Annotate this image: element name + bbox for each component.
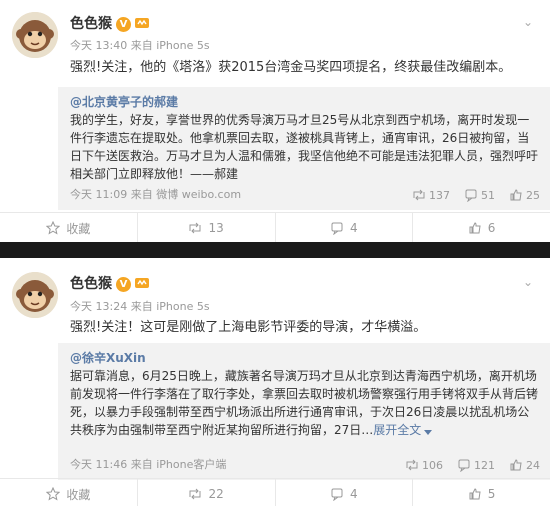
repost-meta: 今天 11:46 来自 iPhone客户端	[70, 456, 226, 472]
post-meta: 今天 13:24 来自 iPhone 5s	[70, 298, 210, 314]
thumbs-up-icon	[510, 459, 522, 471]
monkey-avatar-icon	[12, 272, 58, 318]
post-source: iPhone 5s	[156, 300, 210, 313]
comment-count[interactable]: 121	[457, 458, 495, 472]
chevron-down-icon[interactable]: ⌄	[520, 275, 536, 291]
repost-button[interactable]: 22	[138, 479, 276, 506]
repost-count[interactable]: 106	[405, 458, 443, 472]
expand-full-text-link[interactable]: 展开全文	[373, 423, 433, 437]
comment-icon	[331, 488, 343, 501]
repost-source: iPhone客户端	[156, 458, 227, 471]
repost-stats: 106 121 24	[405, 458, 540, 472]
star-icon	[46, 487, 61, 501]
crown-icon	[135, 278, 149, 288]
weibo-post: 色色猴 V ⌄ 今天 13:24 来自 iPhone 5s 强烈!关注！这可是刚做…	[0, 0, 550, 506]
author-name[interactable]: 色色猴	[70, 276, 112, 292]
source-prefix: 来自	[130, 300, 153, 313]
post-text: 强烈!关注！这可是刚做了上海电影节评委的导演，才华横溢。	[70, 320, 427, 335]
repost-card[interactable]: @徐辛XuXin 据可靠消息，6月25日晚上，藏族著名导演万玛才旦从北京到达青海…	[58, 343, 550, 480]
share-icon	[189, 488, 201, 500]
like-button[interactable]: 5	[413, 479, 550, 506]
collect-button[interactable]: 收藏	[0, 479, 138, 506]
verified-badge-icon: V	[116, 277, 131, 292]
avatar[interactable]	[12, 272, 58, 318]
repost-time[interactable]: 今天 11:46	[70, 458, 127, 471]
source-prefix: 来自	[130, 458, 153, 471]
post-action-bar: 收藏 22 4 5	[0, 478, 550, 506]
share-icon	[406, 459, 418, 471]
repost-user[interactable]: @徐辛XuXin	[70, 349, 146, 366]
post-time[interactable]: 今天 13:24	[70, 300, 127, 313]
like-count[interactable]: 24	[509, 458, 540, 472]
comment-button[interactable]: 4	[276, 479, 414, 506]
chevron-down-icon	[424, 430, 433, 435]
username[interactable]: 色色猴 V	[70, 273, 150, 293]
thumbs-up-icon	[469, 488, 481, 500]
repost-text: 据可靠消息，6月25日晚上，藏族著名导演万玛才旦从北京到达青海西宁机场，离开机场…	[70, 367, 540, 439]
repost-text-body: 据可靠消息，6月25日晚上，藏族著名导演万玛才旦从北京到达青海西宁机场，离开机场…	[70, 369, 539, 437]
comment-icon	[458, 459, 470, 472]
